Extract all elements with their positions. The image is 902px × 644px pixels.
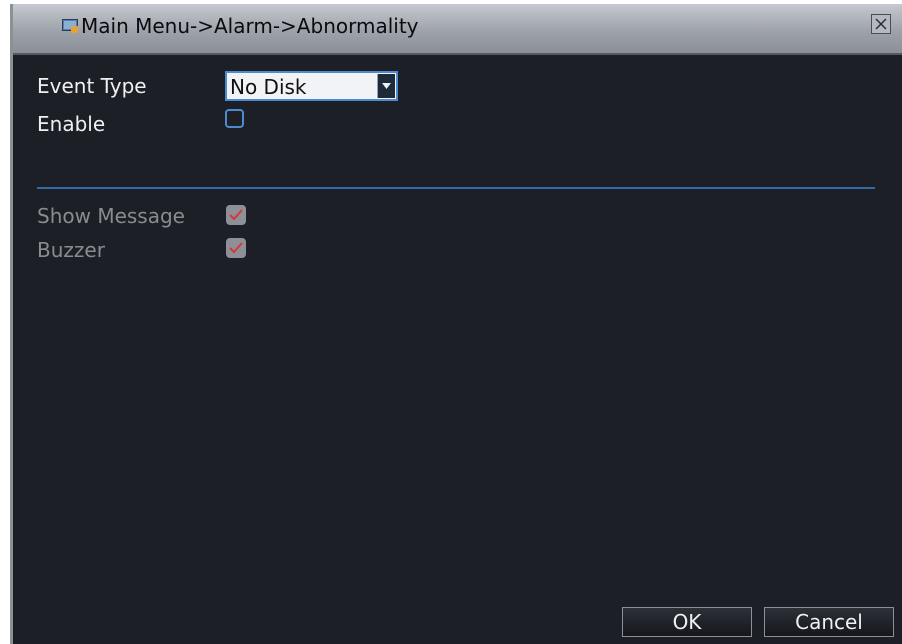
- show-message-label: Show Message: [37, 204, 185, 228]
- chevron-down-icon[interactable]: [377, 74, 395, 98]
- cancel-button[interactable]: Cancel: [764, 607, 894, 637]
- checkmark-icon: [229, 242, 243, 254]
- checkmark-icon: [229, 209, 243, 221]
- window-left-edge: [10, 4, 13, 644]
- window-title: Main Menu->Alarm->Abnormality: [81, 14, 419, 38]
- abnormality-dialog: Main Menu->Alarm->Abnormality Event Type…: [10, 4, 902, 644]
- monitor-icon: [62, 18, 78, 33]
- close-button[interactable]: [871, 14, 891, 34]
- buzzer-checkbox[interactable]: [226, 238, 246, 258]
- event-type-label: Event Type: [37, 74, 147, 98]
- event-type-select[interactable]: No Disk: [225, 71, 398, 101]
- close-icon: [875, 18, 887, 30]
- buzzer-label: Buzzer: [37, 238, 105, 262]
- show-message-checkbox[interactable]: [226, 205, 246, 225]
- enable-checkbox[interactable]: [225, 109, 244, 128]
- event-type-value: No Disk: [230, 75, 307, 99]
- title-bar: Main Menu->Alarm->Abnormality: [10, 4, 902, 55]
- ok-button[interactable]: OK: [622, 607, 752, 637]
- section-divider: [37, 187, 875, 189]
- enable-label: Enable: [37, 112, 106, 136]
